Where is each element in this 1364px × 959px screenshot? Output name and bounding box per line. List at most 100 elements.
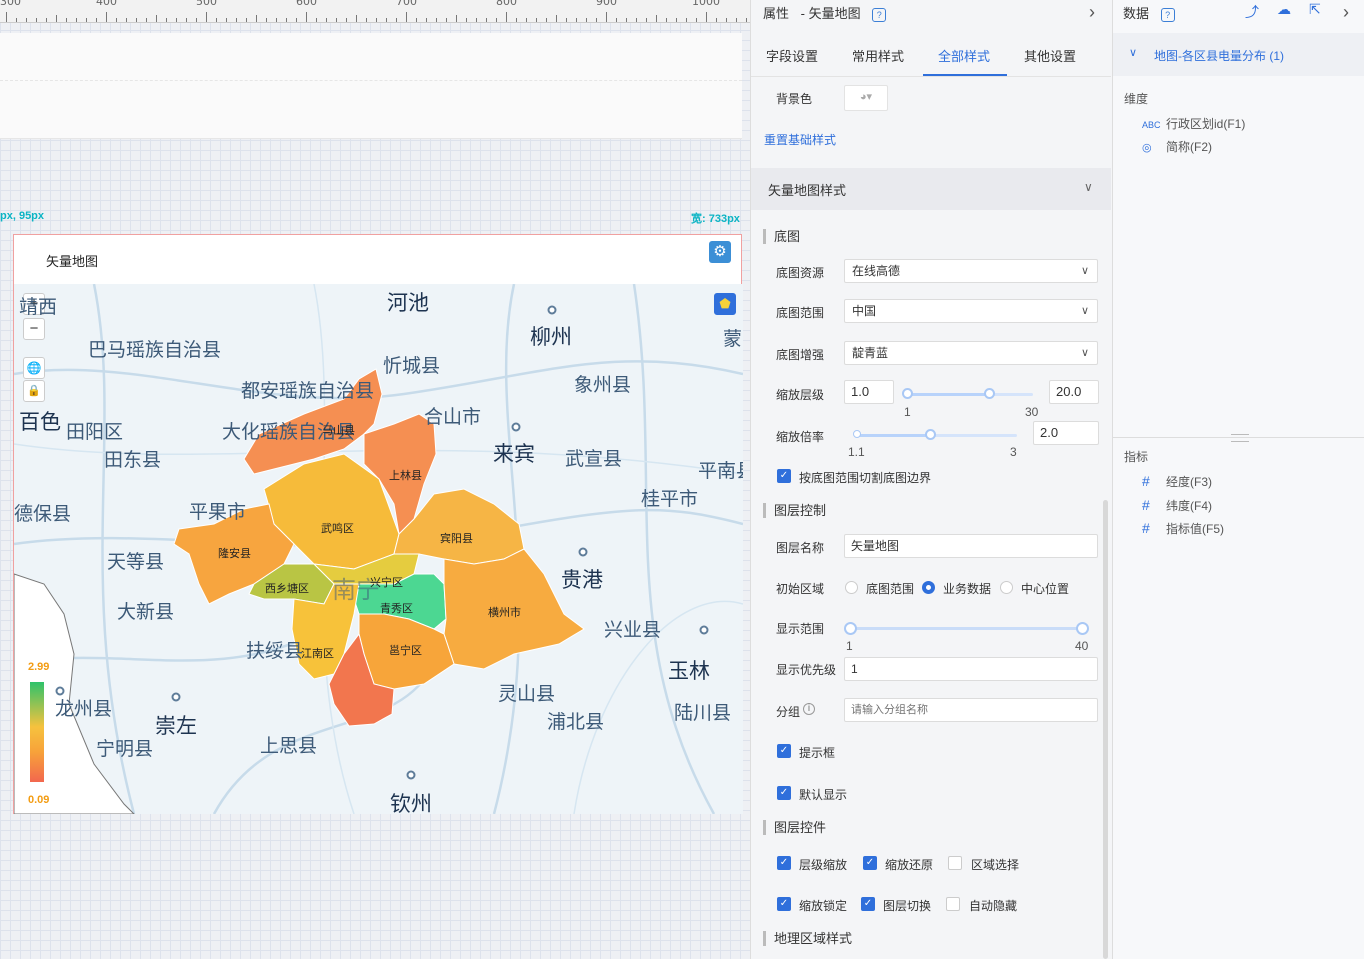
- zoom-out-button[interactable]: −: [23, 318, 45, 340]
- help-icon[interactable]: ?: [1160, 7, 1175, 22]
- reset-style-link[interactable]: 重置基础样式: [764, 131, 836, 148]
- measure-field[interactable]: # 纬度(F4): [1142, 497, 1212, 514]
- basemap-range-select[interactable]: 中国 ∨: [844, 299, 1098, 323]
- init-area-label: 初始区域: [776, 582, 825, 596]
- ruler-tick: [26, 18, 27, 22]
- display-min-handle[interactable]: [844, 622, 857, 635]
- section-header[interactable]: 矢量地图样式 ∨: [751, 168, 1111, 210]
- measure-field[interactable]: # 指标值(F5): [1142, 520, 1224, 537]
- dataset-row[interactable]: ∨ 地图-各区县电量分布 (1): [1113, 33, 1364, 76]
- zoom-min-handle[interactable]: [902, 388, 913, 399]
- priority-input[interactable]: 1: [844, 657, 1098, 681]
- gear-icon[interactable]: ⚙: [709, 241, 731, 263]
- geo-style-heading: 地理区域样式: [763, 931, 852, 946]
- scrollbar[interactable]: [1103, 500, 1108, 959]
- zoom-max-handle[interactable]: [984, 388, 995, 399]
- zoom-reset-checkbox[interactable]: ✓: [863, 856, 877, 870]
- group-label: 分组: [776, 705, 801, 719]
- priority-label: 显示优先级: [776, 663, 837, 677]
- layer-switch-checkbox[interactable]: ✓: [861, 897, 875, 911]
- info-icon[interactable]: i: [803, 703, 815, 715]
- area-select-checkbox[interactable]: [948, 856, 962, 870]
- ruler-tick: [486, 18, 487, 22]
- color-picker[interactable]: ◕▾: [844, 85, 888, 111]
- tab-field-settings[interactable]: 字段设置: [766, 46, 818, 65]
- region-label: 隆安县: [218, 548, 251, 560]
- display-max-handle[interactable]: [1076, 622, 1089, 635]
- ruler-tick: [276, 18, 277, 22]
- group-input[interactable]: [844, 698, 1098, 722]
- ruler-tick: [686, 18, 687, 22]
- map-label: 平果市: [189, 502, 247, 523]
- ruler-tick: [506, 12, 507, 22]
- map-label: 河池: [387, 292, 429, 315]
- abc-icon: ABC: [1142, 120, 1161, 130]
- chevron-right-icon[interactable]: ›: [1343, 2, 1349, 23]
- basemap-enhance-select[interactable]: 靛青蓝 ∨: [844, 341, 1098, 365]
- chevron-down-icon[interactable]: ∨: [1084, 180, 1093, 194]
- zoom-max-input[interactable]: 20.0: [1049, 380, 1099, 404]
- ruler-tick: [466, 18, 467, 22]
- data-panel: 数据 ? ⤴ ☁ ⇱ › ∨ 地图-各区县电量分布 (1) 维度 ABC 行政区划…: [1112, 0, 1364, 959]
- default-show-checkbox[interactable]: ✓: [777, 786, 791, 800]
- basemap-source-select[interactable]: 在线高德 ∨: [844, 259, 1098, 283]
- radio-business-data[interactable]: [922, 581, 935, 594]
- ruler-tick: [626, 18, 627, 22]
- map-label: 天等县: [107, 552, 165, 573]
- help-icon[interactable]: ?: [872, 7, 887, 22]
- ruler-tick: [496, 18, 497, 22]
- chart-link-icon[interactable]: ⤴: [1245, 2, 1259, 22]
- export-icon[interactable]: ⇱: [1309, 1, 1321, 18]
- header-component[interactable]: [0, 33, 742, 139]
- basemap-enhance-label: 底图增强: [776, 348, 825, 362]
- ruler-tick: [126, 18, 127, 22]
- legend-min: 0.09: [28, 794, 50, 806]
- properties-panel: 属性 - 矢量地图 ? › 字段设置 常用样式 全部样式 其他设置 背景色 ◕▾…: [750, 0, 1113, 959]
- resize-handle[interactable]: [1231, 434, 1249, 442]
- zoom-min-input[interactable]: 1.0: [844, 380, 894, 404]
- radio-label: 中心位置: [1021, 582, 1070, 596]
- ruler-tick: [636, 18, 637, 22]
- hash-icon: #: [1142, 520, 1150, 536]
- tab-other-settings[interactable]: 其他设置: [1024, 46, 1076, 65]
- dimension-field[interactable]: ◎ 简称(F2): [1142, 138, 1212, 155]
- chevron-right-icon[interactable]: ›: [1089, 2, 1095, 23]
- ruler-tick: [716, 18, 717, 22]
- ruler-label: 700: [396, 0, 417, 8]
- tab-all-style[interactable]: 全部样式: [938, 46, 990, 65]
- layer-name-input[interactable]: 矢量地图: [844, 534, 1098, 558]
- dimension-field[interactable]: ABC 行政区划id(F1): [1142, 115, 1245, 132]
- zoom-lock-checkbox[interactable]: ✓: [777, 897, 791, 911]
- checkbox-label: 缩放锁定: [799, 899, 848, 913]
- lock-icon[interactable]: 🔒: [23, 380, 45, 402]
- tab-common-style[interactable]: 常用样式: [852, 46, 904, 65]
- map-view[interactable]: + − 🌐 🔒 ⬟ 河池 柳州 巴马瑶族自治县 忻城县 象州县 都安瑶族自治县 …: [14, 284, 743, 814]
- zoom-ratio-handle[interactable]: [925, 429, 936, 440]
- vector-map-widget[interactable]: 矢量地图 ⚙ + − 🌐 🔒 ⬟ 河池 柳州 巴马瑶族自治县 忻城县 象州县 都…: [13, 234, 743, 814]
- zoom-level-checkbox[interactable]: ✓: [777, 856, 791, 870]
- section-title: 矢量地图样式: [768, 183, 847, 198]
- auto-hide-checkbox[interactable]: [946, 897, 960, 911]
- layer-switch-icon[interactable]: ⬟: [714, 293, 736, 315]
- ruler-tick: [646, 18, 647, 22]
- checkbox-label: 缩放还原: [885, 858, 934, 872]
- zoom-ratio-input[interactable]: 2.0: [1033, 421, 1099, 445]
- measure-field[interactable]: # 经度(F3): [1142, 473, 1212, 490]
- radio-basemap-range[interactable]: [845, 581, 858, 594]
- clip-checkbox[interactable]: ✓: [777, 469, 791, 483]
- ruler-tick: [416, 18, 417, 22]
- ruler-tick: [586, 18, 587, 22]
- globe-icon[interactable]: 🌐: [23, 357, 45, 379]
- cloud-upload-icon[interactable]: ☁: [1277, 1, 1291, 18]
- map-label: 靖西: [19, 297, 58, 318]
- chevron-down-icon[interactable]: ∨: [1129, 46, 1137, 59]
- position-guide: px, 95px: [0, 210, 45, 222]
- design-canvas[interactable]: 300 400 500 600 700 800 900 1000 px, 95p…: [0, 0, 750, 959]
- map-label: 巴马瑶族自治县: [88, 340, 222, 361]
- checkbox-label: 区域选择: [971, 858, 1020, 872]
- map-label: 贵港: [561, 569, 603, 592]
- display-max-value: 40: [1075, 639, 1089, 653]
- radio-center[interactable]: [1000, 581, 1013, 594]
- ruler-tick: [696, 18, 697, 22]
- tooltip-checkbox[interactable]: ✓: [777, 744, 791, 758]
